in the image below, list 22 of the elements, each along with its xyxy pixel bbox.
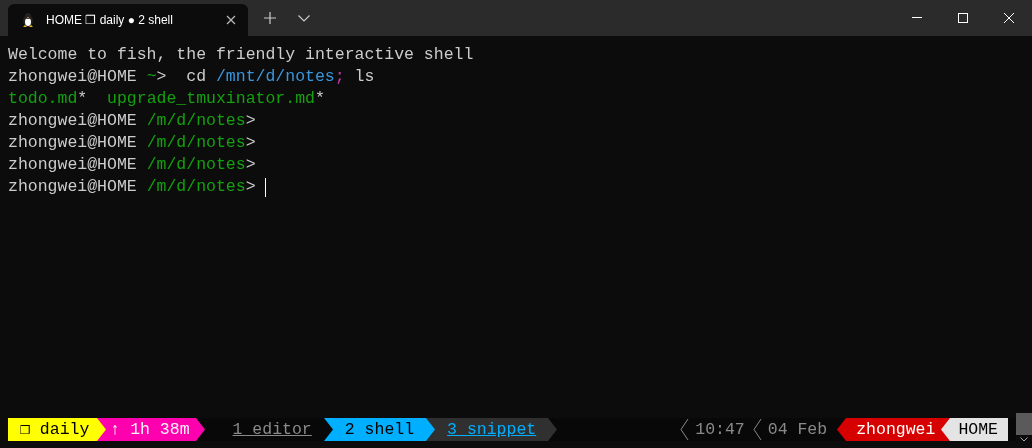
terminal-line: zhongwei@HOME /m/d/notes>: [8, 176, 257, 198]
maximize-icon[interactable]: [958, 13, 968, 23]
tab-title: HOME ❒ daily ● 2 shell: [46, 12, 174, 29]
chevron-left-icon: [680, 418, 690, 441]
date-label: 04 Feb: [767, 418, 829, 441]
terminal-line: zhongwei@HOME /m/d/notes>: [8, 132, 256, 154]
chevron-down-icon[interactable]: [1020, 437, 1028, 442]
penguin-icon: [20, 12, 36, 28]
chevron-down-icon[interactable]: [298, 14, 310, 22]
chevron-left-icon: [752, 418, 762, 441]
terminal-line: zhongwei@HOME /m/d/notes>: [8, 154, 256, 176]
minimize-icon[interactable]: [912, 17, 922, 19]
text-cursor: [265, 177, 267, 197]
terminal-line: Welcome to fish, the friendly interactive shell: [8, 44, 474, 66]
scrollbar-thumb[interactable]: [1016, 413, 1032, 435]
plus-icon[interactable]: [264, 12, 276, 24]
time-label: 10:47: [695, 418, 746, 441]
close-icon[interactable]: [226, 15, 236, 25]
terminal-tab[interactable]: HOME ❒ daily ● 2 shell: [8, 4, 248, 36]
terminal-line: zhongwei@HOME ~> cd /mnt/d/notes; ls: [8, 66, 375, 88]
terminal-line: todo.md* upgrade_tmuxinator.md*: [8, 88, 325, 110]
terminal-line: zhongwei@HOME /m/d/notes>: [8, 110, 256, 132]
